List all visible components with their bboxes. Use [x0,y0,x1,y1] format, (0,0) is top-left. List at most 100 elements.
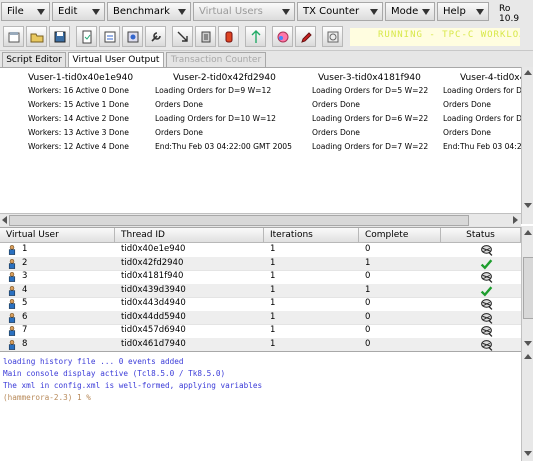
menu-virtual-users-label: Virtual Users [199,6,263,17]
cell-iterations: 1 [270,257,276,268]
scroll-up-icon[interactable] [524,354,532,359]
version-label: Ro 10.9 [499,4,520,24]
column-header-status[interactable]: Status [441,228,521,243]
vuser-column-header: Vuser-1-tid0x40e1e940 [28,73,134,83]
console-line: Main console display active (Tcl8.5.0 / … [3,369,226,378]
scroll-down-icon[interactable] [524,451,532,456]
run-icon [201,31,210,42]
cell-virtual-user: 2 [22,257,28,268]
table-row[interactable]: 8 tid0x461d7940 1 0 [0,337,521,352]
table-row[interactable]: 2 tid0x42fd2940 1 1 [0,256,521,271]
menu-tx-counter[interactable]: TX Counter [297,2,383,21]
save-button[interactable] [3,26,24,47]
scroll-left-icon[interactable] [2,216,7,224]
virtual-user-table: Virtual User Thread ID Iterations Comple… [0,227,533,352]
menu-benchmark[interactable]: Benchmark [107,2,191,21]
menu-mode[interactable]: Mode [385,2,435,21]
save-icon [8,31,19,42]
vuser-column-2: Vuser-2-tid0x42fd2940 Loading Orders for… [155,72,292,154]
pencil-button[interactable] [295,26,316,47]
virtual-user-icon [8,299,16,309]
vuser-output-line: Orders Done [443,100,491,109]
console-prompt: (hammerora-2.3) 1 % [3,393,91,402]
run-button[interactable] [195,26,216,47]
options-button[interactable] [145,26,166,47]
open-button[interactable] [26,26,47,47]
tab-transaction-counter[interactable]: Transaction Counter [166,52,266,67]
menu-virtual-users[interactable]: Virtual Users [193,2,295,21]
vuser-output-line: Orders Done [312,100,360,109]
configure-button[interactable] [122,26,143,47]
console-output[interactable]: loading history file ... 0 events added … [0,351,533,462]
table-row[interactable]: 5 tid0x443d4940 1 0 [0,297,521,312]
status-strip-text: RUNNING - TPC-C WORKLOAD [378,30,520,40]
console-line: The xml in config.xml is well-formed, ap… [3,381,263,390]
vuser-output-line: Workers: 13 Active 3 Done [28,128,129,137]
cell-virtual-user: 8 [22,338,28,349]
menu-bar: File Edit Benchmark Virtual Users TX Cou… [0,0,533,24]
table-vertical-scrollbar[interactable] [521,227,533,351]
vuser-column-3: Vuser-3-tid0x4181f940 Loading Orders for… [312,72,428,154]
cell-complete: 0 [365,298,371,308]
complete-check-icon [480,285,493,297]
tab-script-editor[interactable]: Script Editor [2,52,66,67]
vuser-vertical-scrollbar[interactable] [521,67,533,224]
scroll-down-icon[interactable] [524,203,532,208]
scroll-down-icon[interactable] [524,341,532,346]
chevron-down-icon [37,9,45,15]
options-icon [150,31,161,42]
autopilot-button[interactable] [322,26,343,47]
stop-icon [225,31,232,42]
menu-help[interactable]: Help [437,2,489,21]
vuser-horizontal-scrollbar[interactable] [0,213,521,226]
tab-virtual-user-output[interactable]: Virtual User Output [68,52,164,67]
table-row[interactable]: 3 tid0x4181f940 1 0 [0,270,521,285]
table-row[interactable]: 6 tid0x44dd5940 1 0 [0,310,521,325]
cell-virtual-user: 4 [22,284,28,295]
floppy-button[interactable] [49,26,70,47]
cell-thread-id: tid0x40e1e940 [121,244,186,254]
vuser-output-line: Workers: 14 Active 2 Done [28,114,129,123]
toolbar: RUNNING - TPC-C WORKLOAD [0,24,533,51]
cell-iterations: 1 [270,244,276,254]
running-icon [481,326,493,337]
pause-button[interactable] [245,26,266,47]
menu-edit[interactable]: Edit [52,2,105,21]
cell-thread-id: tid0x461d7940 [121,338,186,349]
scroll-right-icon[interactable] [513,216,518,224]
complete-check-icon [480,258,493,270]
column-header-thread-id[interactable]: Thread ID [115,228,264,243]
graph-icon [277,31,288,42]
scroll-up-icon[interactable] [524,70,532,75]
table-row[interactable]: 7 tid0x457d6940 1 0 [0,324,521,339]
console-line: loading history file ... 0 events added [3,357,184,366]
scrollbar-thumb[interactable] [523,257,533,319]
stop-button[interactable] [218,26,239,47]
cell-complete: 0 [365,325,371,335]
menu-file[interactable]: File [1,2,50,21]
table-row[interactable]: 1 tid0x40e1e940 1 0 [0,243,521,258]
load-script-button[interactable] [76,26,97,47]
cell-complete: 1 [365,257,371,268]
build-button[interactable] [99,26,120,47]
cell-iterations: 1 [270,311,276,322]
scroll-up-icon[interactable] [524,230,532,235]
chevron-down-icon [476,9,484,15]
cell-iterations: 1 [270,271,276,281]
column-header-virtual-user[interactable]: Virtual User [0,228,115,243]
cell-complete: 1 [365,284,371,295]
column-header-iterations[interactable]: Iterations [264,228,359,243]
vuser-output-line: Loading Orders for D=5 W=22 [312,86,429,95]
scrollbar-thumb[interactable] [9,215,469,226]
vuser-column-header: Vuser-2-tid0x42fd2940 [173,73,276,83]
transfer-button[interactable] [172,26,193,47]
vuser-column-4: Vuser-4-tid0x4 Loading Orders for D= Ord… [443,72,521,154]
virtual-user-icon [8,285,16,296]
vuser-column-1: Vuser-1-tid0x40e1e940 Workers: 16 Active… [28,72,133,154]
virtual-user-icon [8,326,16,336]
column-header-complete[interactable]: Complete [359,228,441,243]
table-row[interactable]: 4 tid0x439d3940 1 1 [0,283,521,298]
console-vertical-scrollbar[interactable] [521,351,533,461]
vuser-output-line: Loading Orders for D= [443,86,521,95]
graph-button[interactable] [272,26,293,47]
